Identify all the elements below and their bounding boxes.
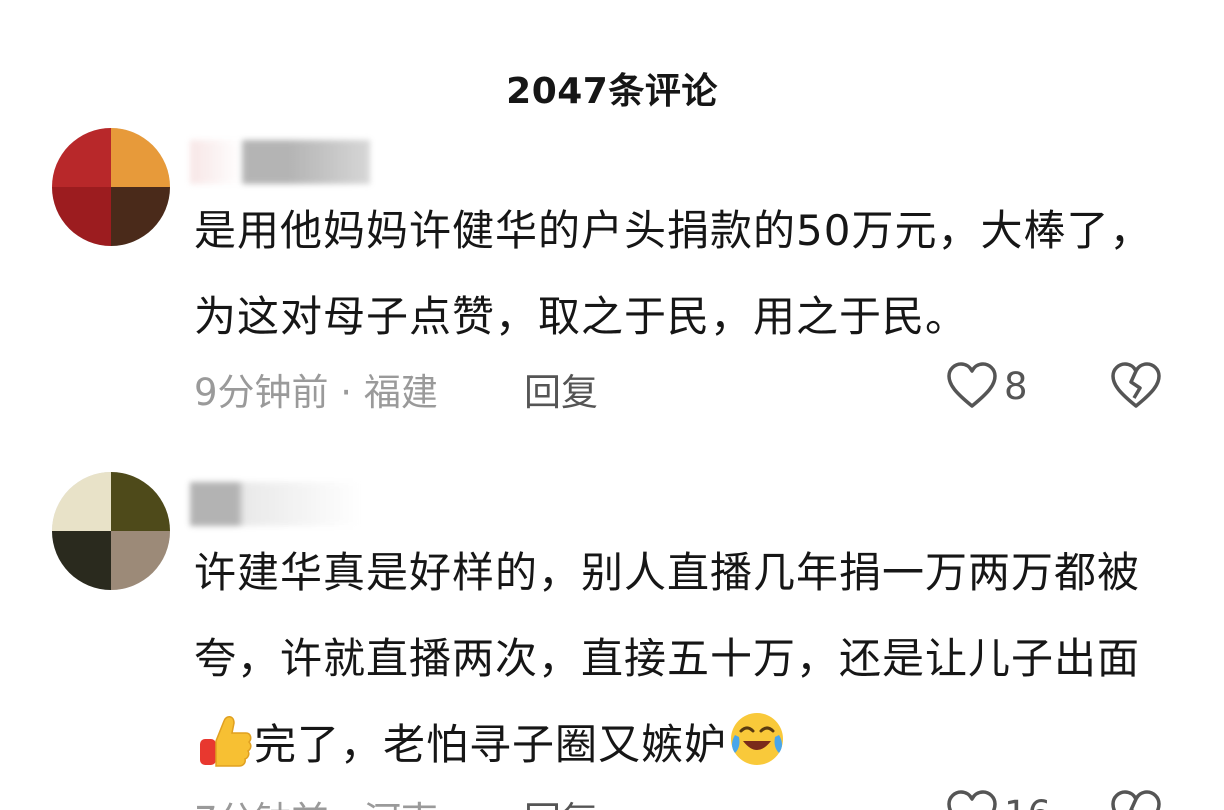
heart-icon bbox=[947, 362, 997, 408]
username-redacted bbox=[190, 482, 360, 526]
comment-time-location: 7分钟前 · 河南 bbox=[194, 790, 438, 810]
comment-time-location: 9分钟前 · 福建 bbox=[194, 371, 438, 414]
like-button[interactable]: 16 bbox=[946, 790, 1051, 810]
like-count: 16 bbox=[1004, 793, 1051, 810]
comment-meta: 7分钟前 · 河南 回复 16 bbox=[194, 790, 1164, 810]
like-button[interactable]: 8 bbox=[946, 362, 1028, 410]
dislike-button[interactable] bbox=[1110, 362, 1162, 419]
comment-text: 是用他妈妈许健华的户头捐款的50万元，大棒了，为这对母子点赞，取之于民，用之于民… bbox=[194, 206, 1153, 341]
comment-meta: 9分钟前 · 福建 回复 8 bbox=[194, 362, 1164, 414]
reply-button[interactable]: 回复 bbox=[524, 362, 598, 416]
username-redacted bbox=[190, 140, 370, 184]
like-count: 8 bbox=[1004, 364, 1028, 408]
comment-sheet: 2047条评论 是用他妈妈许健华的户头捐款的50万元，大棒了，为这对母子点赞，取… bbox=[0, 0, 1224, 810]
broken-heart-icon bbox=[1111, 790, 1161, 810]
thumbs-up-icon bbox=[200, 716, 252, 767]
comment-text: 许建华真是好样的，别人直播几年捐一万两万都被夸，许就直播两次，直接五十万，还是让… bbox=[194, 530, 1184, 788]
comment-count-title: 2047条评论 bbox=[506, 71, 718, 112]
avatar[interactable] bbox=[52, 472, 170, 590]
dislike-button[interactable] bbox=[1110, 790, 1162, 810]
comment-text-part: 完了，老怕寻子圈又嫉妒 bbox=[254, 720, 728, 769]
reply-button[interactable]: 回复 bbox=[524, 790, 598, 810]
broken-heart-icon bbox=[1111, 362, 1161, 408]
laughing-crying-icon bbox=[731, 713, 784, 765]
heart-icon bbox=[947, 790, 997, 810]
avatar[interactable] bbox=[52, 128, 170, 246]
comment-text-part: 许建华真是好样的，别人直播几年捐一万两万都被夸，许就直播两次，直接五十万，还是让… bbox=[194, 548, 1141, 683]
